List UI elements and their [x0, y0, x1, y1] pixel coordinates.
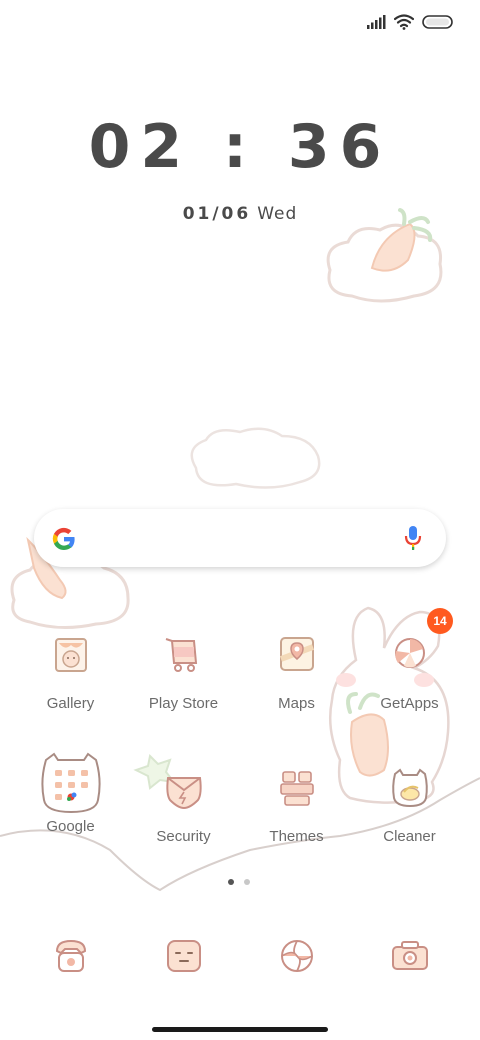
dock-phone[interactable] [47, 933, 95, 981]
gesture-navigation-bar[interactable] [152, 1027, 328, 1032]
notification-badge: 14 [427, 608, 453, 634]
app-label: Gallery [46, 695, 95, 712]
app-security[interactable]: Security [127, 766, 240, 845]
getapps-icon [386, 633, 434, 681]
app-label: Maps [278, 695, 315, 712]
dock-browser[interactable] [273, 933, 321, 981]
app-getapps[interactable]: GetApps [353, 633, 466, 712]
play-store-icon [160, 633, 208, 681]
themes-icon [273, 766, 321, 814]
camera-icon [392, 941, 428, 970]
cloud-decoration [190, 427, 321, 489]
google-g-icon [52, 527, 75, 551]
messages-icon [167, 940, 201, 972]
app-label: Cleaner [383, 828, 436, 845]
microphone-icon[interactable] [404, 525, 422, 551]
app-label: GetApps [380, 695, 439, 712]
app-label: Themes [269, 828, 324, 845]
dock-camera[interactable] [386, 933, 434, 981]
gallery-icon [47, 633, 95, 681]
app-label: Security [156, 828, 211, 845]
signal-bars-icon [367, 15, 386, 29]
page-dot [244, 879, 250, 885]
date-weekday: Wed [257, 204, 298, 224]
dock-messages[interactable] [160, 933, 208, 981]
app-label: Google [46, 818, 95, 835]
app-maps[interactable]: Maps [240, 633, 353, 712]
security-icon [160, 766, 208, 814]
google-search-bar[interactable] [34, 509, 446, 567]
maps-icon [273, 633, 321, 681]
google-folder-icon [38, 750, 104, 816]
wifi-icon [394, 14, 414, 30]
battery-icon [422, 15, 453, 29]
browser-icon [281, 940, 313, 972]
app-themes[interactable]: Themes [240, 766, 353, 845]
page-indicator [228, 879, 250, 885]
phone-icon [55, 939, 87, 972]
app-cleaner[interactable]: Cleaner [353, 766, 466, 845]
cleaner-icon [386, 766, 434, 814]
clock-time[interactable]: 02 : 36 [0, 112, 480, 182]
date-numeric: 01/06 [182, 204, 252, 224]
app-play-store[interactable]: Play Store [127, 633, 240, 712]
app-gallery[interactable]: Gallery [14, 633, 127, 712]
page-dot-active [228, 879, 234, 885]
app-label: Play Store [148, 695, 219, 712]
clock-date[interactable]: 01/06 Wed [0, 204, 480, 224]
app-google-folder[interactable]: Google [14, 752, 127, 835]
status-bar [366, 12, 454, 32]
